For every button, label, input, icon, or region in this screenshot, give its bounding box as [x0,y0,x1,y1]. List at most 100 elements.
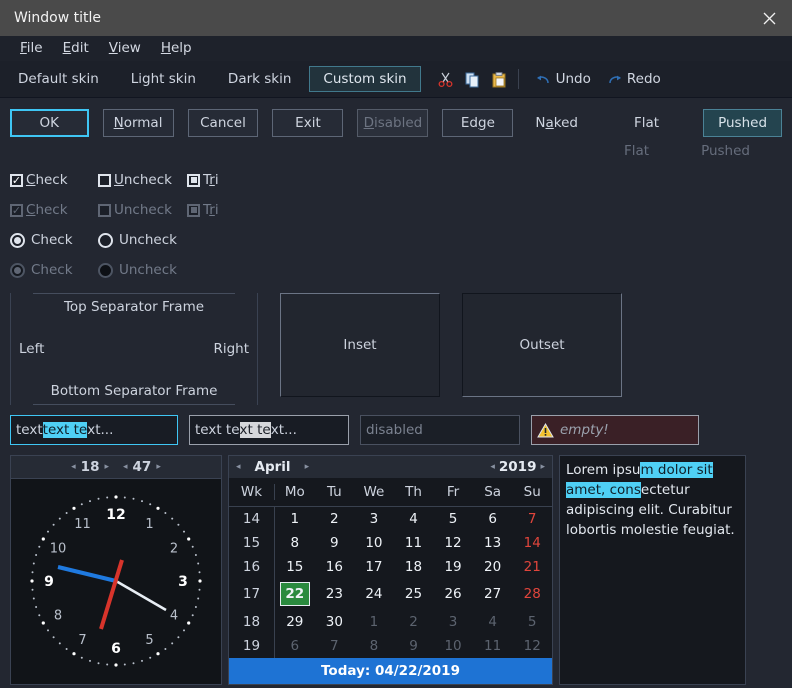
calendar-today-cell[interactable]: 22 [280,582,310,606]
clock-tick [72,652,75,655]
calendar-day-cell[interactable]: 11 [473,634,513,658]
calendar-day-cell[interactable]: 27 [473,578,513,610]
calendar-day-cell[interactable]: 6 [275,634,315,658]
radio-uncheck-disabled-label: Uncheck [119,262,177,278]
next-month-button[interactable]: ▸ [305,462,310,472]
menu-item-view[interactable]: View [99,36,151,61]
skin-tab-default[interactable]: Default skin [4,66,113,92]
prev-month-button[interactable]: ◂ [236,462,241,472]
calendar-day-cell[interactable]: 12 [512,634,552,658]
calendar-day-cell[interactable]: 12 [433,531,473,555]
calendar-day-cell[interactable]: 23 [315,578,355,610]
close-button[interactable] [746,0,792,36]
checkbox-check-label: Check [26,172,68,188]
checkbox-check[interactable]: ✓ Check [10,172,98,188]
text-area[interactable]: Lorem ipsum dolor sit amet, consectetur … [559,455,746,685]
exit-button[interactable]: Exit [272,109,343,137]
hours-spinner-next-icon[interactable]: ▸ [104,462,109,472]
calendar-day-cell[interactable]: 17 [354,555,394,579]
text-input-normal[interactable]: text text text... [189,415,349,445]
calendar-day-cell[interactable]: 2 [315,507,355,531]
calendar-day-cell[interactable]: 16 [315,555,355,579]
skin-tab-custom[interactable]: Custom skin [309,66,420,92]
ok-button[interactable]: OK [10,109,89,137]
radio-row-disabled: Check Uncheck [10,255,782,285]
calendar-day-cell[interactable]: 14 [512,531,552,555]
calendar-day-cell[interactable]: 7 [512,507,552,531]
calendar-day-cell[interactable]: 5 [512,610,552,634]
calendar-day-cell[interactable]: 9 [394,634,434,658]
calendar-today-bar[interactable]: Today: 04/22/2019 [229,658,552,684]
calendar-day-cell[interactable]: 10 [433,634,473,658]
calendar-day-cell[interactable]: 10 [354,531,394,555]
menu-item-file[interactable]: File [10,36,53,61]
checkbox-uncheck[interactable]: Uncheck [98,172,187,188]
undo-button[interactable]: Undo [528,71,599,87]
calendar-day-cell[interactable]: 13 [473,531,513,555]
normal-button[interactable]: Normal [103,109,174,137]
calendar-day-cell[interactable]: 6 [473,507,513,531]
calendar-day-cell[interactable]: 20 [473,555,513,579]
calendar-day-cell[interactable]: 1 [275,507,315,531]
hours-spinner[interactable]: ◂ 18 ▸ [71,459,109,475]
calendar-day-cell[interactable]: 26 [433,578,473,610]
text-input-focused[interactable]: text text text... [10,415,178,445]
clock-tick [198,579,201,582]
flat-button[interactable]: Flat [626,110,667,136]
calendar-day-cell[interactable]: 22 [275,578,315,610]
menu-item-help[interactable]: Help [151,36,202,61]
clock-face-svg: 121234567891011 [11,479,221,684]
copy-button[interactable] [462,68,484,90]
menu-item-edit[interactable]: Edit [53,36,99,61]
radio-check[interactable]: Check [10,232,98,248]
calendar-day-cell[interactable]: 5 [433,507,473,531]
text-input-error[interactable]: empty! [531,415,699,445]
clock-face[interactable]: 121234567891011 [11,479,221,684]
skin-tab-light[interactable]: Light skin [117,66,210,92]
calendar-day-cell[interactable]: 28 [512,578,552,610]
next-year-button[interactable]: ▸ [540,462,545,472]
prev-year-button[interactable]: ◂ [490,462,495,472]
calendar-day-cell[interactable]: 15 [275,555,315,579]
calendar-day-cell[interactable]: 29 [275,610,315,634]
calendar-day-cell[interactable]: 25 [394,578,434,610]
checkbox-tri-label: Tri [203,172,219,188]
calendar-day-cell[interactable]: 3 [354,507,394,531]
paste-button[interactable] [489,68,511,90]
calendar-day-cell[interactable]: 1 [354,610,394,634]
clock-widget: ◂ 18 ▸ ◂ 47 ▸ 121234567891011 [10,455,222,685]
text-input-disabled: disabled [360,415,520,445]
minutes-spinner-next-icon[interactable]: ▸ [156,462,161,472]
calendar-day-cell[interactable]: 8 [275,531,315,555]
cancel-button[interactable]: Cancel [188,109,259,137]
calendar-day-cell[interactable]: 30 [315,610,355,634]
hours-spinner-prev-icon[interactable]: ◂ [71,462,76,472]
pushed-button[interactable]: Pushed [703,109,782,137]
calendar-day-cell[interactable]: 8 [354,634,394,658]
calendar-day-cell[interactable]: 2 [394,610,434,634]
naked-button[interactable]: Naked [527,110,586,136]
text-line1-selection: m dolor sit [640,462,712,478]
calendar-day-cell[interactable]: 4 [394,507,434,531]
radio-uncheck[interactable]: Uncheck [98,232,187,248]
calendar-day-cell[interactable]: 21 [512,555,552,579]
redo-button[interactable]: Redo [599,71,669,87]
minutes-spinner[interactable]: ◂ 47 ▸ [123,459,161,475]
text-line2-post: ectetur [641,482,690,498]
calendar-day-cell[interactable]: 4 [473,610,513,634]
clock-tick [156,507,159,510]
flat-disabled-button: Flat [616,138,657,164]
calendar-day-cell[interactable]: 19 [433,555,473,579]
calendar-day-cell[interactable]: 24 [354,578,394,610]
checkbox-tri[interactable]: Tri [187,172,275,188]
calendar-day-cell[interactable]: 18 [394,555,434,579]
cut-button[interactable] [435,68,457,90]
minutes-spinner-prev-icon[interactable]: ◂ [123,462,128,472]
calendar-day-cell[interactable]: 3 [433,610,473,634]
calendar-day-cell[interactable]: 7 [315,634,355,658]
calendar-day-cell[interactable]: 9 [315,531,355,555]
edge-button[interactable]: Edge [442,109,513,137]
input-normal-post: xt... [271,422,297,438]
skin-tab-dark[interactable]: Dark skin [214,66,306,92]
calendar-day-cell[interactable]: 11 [394,531,434,555]
